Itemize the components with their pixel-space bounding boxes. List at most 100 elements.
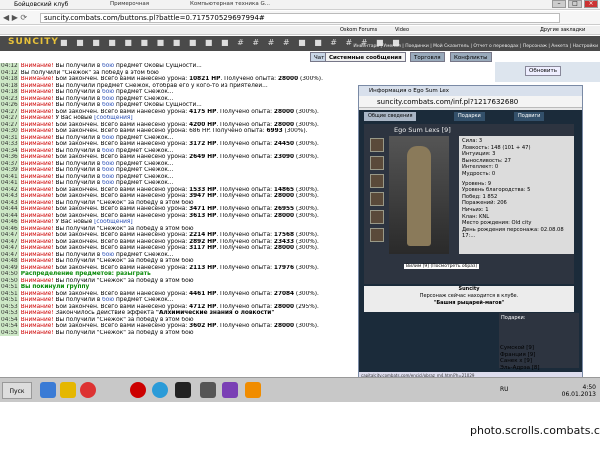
equipment-slot[interactable] xyxy=(370,210,384,224)
stat-line: Уровень благородства: 5 xyxy=(462,187,531,194)
chat-text: . Получено опыта: xyxy=(216,206,274,212)
chat-text: 6993 xyxy=(266,128,283,134)
chat-text: Вы получили предмет Снежок, отобрав его … xyxy=(53,82,268,89)
chat-link[interactable]: бою xyxy=(102,148,114,154)
chat-text: Бой закончен. Всего вами нанесено урона: xyxy=(53,303,190,310)
equipment-slot[interactable] xyxy=(370,192,384,206)
language-indicator[interactable]: RU xyxy=(500,386,509,393)
chat-text: 28000 xyxy=(273,108,295,115)
chat-link[interactable]: бою xyxy=(102,297,114,303)
character-portrait[interactable] xyxy=(389,136,449,254)
chat-timestamp[interactable]: 04:55 xyxy=(0,329,19,336)
chat-link[interactable]: бою xyxy=(102,63,114,69)
chat-text: предмет Оковы Сущности... xyxy=(114,63,202,69)
maximize-icon[interactable]: □ xyxy=(568,0,582,8)
chat-link[interactable]: бою xyxy=(102,96,114,102)
chat-text: Внимание! xyxy=(20,258,54,264)
chat-link[interactable]: бою xyxy=(102,161,114,167)
app-icon[interactable] xyxy=(40,382,56,398)
chat-text: 28000 xyxy=(273,193,295,199)
start-button[interactable]: Пуск xyxy=(2,382,32,399)
url-field[interactable]: suncity.combats.com/buttons.pl?battle=0.… xyxy=(40,13,560,23)
chat-text: 28000 xyxy=(273,323,295,329)
chat-text: 4461 HP xyxy=(189,290,217,297)
tab-label-3[interactable]: Компьютерная техника G... xyxy=(190,1,270,7)
chat-text: Бой закончен. Всего вами нанесено урона: xyxy=(53,206,190,212)
chat-text: "Алхимические знания о ловкости" xyxy=(155,310,275,316)
chat-text: 27084 xyxy=(273,290,295,297)
chat-link[interactable]: бою xyxy=(102,89,114,95)
online-panel-header: Обновить xyxy=(495,62,600,82)
tab-achievements[interactable]: Подвиги xyxy=(514,112,545,121)
chat-text: Внимание! xyxy=(20,297,54,303)
minimize-icon[interactable]: – xyxy=(552,0,566,8)
chat-text: Внимание! xyxy=(20,316,54,323)
chat-text: Распределение предметов: разыграть xyxy=(20,271,151,277)
toolbar-icons[interactable]: ■ ■ ■ ■ ■ ■ ■ ■ ■ ■ ■ # # # # ■ ■ # # # … xyxy=(60,38,403,47)
tab-label-2[interactable]: Примерочная xyxy=(110,1,149,7)
chat-text: Вы получили в xyxy=(53,89,103,95)
chat-text: Внимание! xyxy=(20,108,54,115)
chat-link[interactable]: бою xyxy=(102,167,114,173)
bookmark-item[interactable]: Video xyxy=(395,27,409,33)
popup-url[interactable]: suncity.combats.com/inf.pl?1217632680 xyxy=(359,96,582,108)
chat-link[interactable]: [сообщения] xyxy=(94,219,132,225)
back-forward-icon[interactable]: ◀ ▶ ⟳ xyxy=(3,13,27,22)
chat-link[interactable]: бою xyxy=(102,252,114,258)
skype-icon[interactable] xyxy=(152,382,168,398)
stat-line: Сила: 3 xyxy=(462,138,483,144)
close-icon[interactable]: × xyxy=(584,0,598,8)
refresh-button[interactable]: Обновить xyxy=(525,66,561,76)
chat-text: предмет Снежок... xyxy=(114,147,174,154)
chat-text: 4175 HP xyxy=(189,108,217,115)
equipment-slot[interactable] xyxy=(370,156,384,170)
folder-icon[interactable] xyxy=(60,382,76,398)
chrome-icon[interactable] xyxy=(80,382,96,398)
character-stats: Сила: 3 Ловкость: 148 (101 + 47) Интуици… xyxy=(459,136,574,254)
chat-text: Внимание! xyxy=(20,251,54,258)
app-icon[interactable] xyxy=(222,382,238,398)
tab-trade[interactable]: Торговля xyxy=(410,52,445,62)
chat-text: Внимание! xyxy=(20,303,54,310)
steam-icon[interactable] xyxy=(175,382,191,398)
chat-text: 24450 xyxy=(273,141,295,147)
app-icon[interactable] xyxy=(200,382,216,398)
chat-text: Вы получили "Снежок" за победу в этом бо… xyxy=(53,277,194,284)
tab-system-messages[interactable]: Системные сообщения xyxy=(325,52,406,62)
chat-text: 28000 xyxy=(273,245,295,251)
equipment-slot[interactable] xyxy=(370,174,384,188)
stat-line: Уровень: 9 xyxy=(462,180,492,187)
bookmark-item[interactable]: Другие закладки xyxy=(540,27,585,33)
game-menu[interactable]: Инвентарь | Умения | Поединки | Мой Сказ… xyxy=(353,44,598,49)
chat-link[interactable]: бою xyxy=(102,174,114,180)
chat-text: Бой закончен. Всего вами нанесено урона: xyxy=(53,238,190,245)
equipment-slot[interactable] xyxy=(370,228,384,242)
chat-text: . Получено опыта: xyxy=(216,186,274,193)
chat-text: . Получено опыта: xyxy=(216,141,274,147)
tab-general-info[interactable]: Общие сведения xyxy=(364,112,417,121)
chat-text: предмет Снежок... xyxy=(114,167,174,173)
online-list: Сумской [9] Франция [9] Санек х [9] Эль-… xyxy=(500,345,600,375)
bookmark-item[interactable]: Oskom Forums xyxy=(340,27,377,33)
chat-link[interactable]: бою xyxy=(102,180,114,186)
chat-link[interactable]: [сообщения] xyxy=(94,115,132,121)
chat-text: 3602 HP xyxy=(189,323,217,329)
chat-text: (300%). xyxy=(294,290,319,297)
chat-link[interactable]: бою xyxy=(102,135,114,141)
chat-text: Бой закончен. Всего вами нанесено урона: xyxy=(53,245,190,251)
chat-text: (300%). xyxy=(294,141,319,147)
opera-icon[interactable] xyxy=(130,382,146,398)
tab-gifts[interactable]: Подарки xyxy=(454,112,485,121)
chat-text: Вы получили в xyxy=(53,134,103,141)
clock: 4:50 06.01.2013 xyxy=(562,384,596,398)
chat-text: (300%). xyxy=(294,206,319,212)
chat-text: Внимание! xyxy=(20,225,54,232)
chat-text: Бой закончен. Всего вами нанесено урона: xyxy=(53,323,190,329)
chat-text: 23433 xyxy=(273,238,295,245)
equipment-slot[interactable] xyxy=(370,138,384,152)
vlc-icon[interactable] xyxy=(245,382,261,398)
chat-link[interactable]: бою xyxy=(102,102,114,108)
chat-text: Вы покинули группу xyxy=(20,284,90,290)
online-user[interactable]: Эль-Адрэа [8] xyxy=(500,365,600,372)
tab-conflicts[interactable]: Конфликты xyxy=(450,52,492,62)
